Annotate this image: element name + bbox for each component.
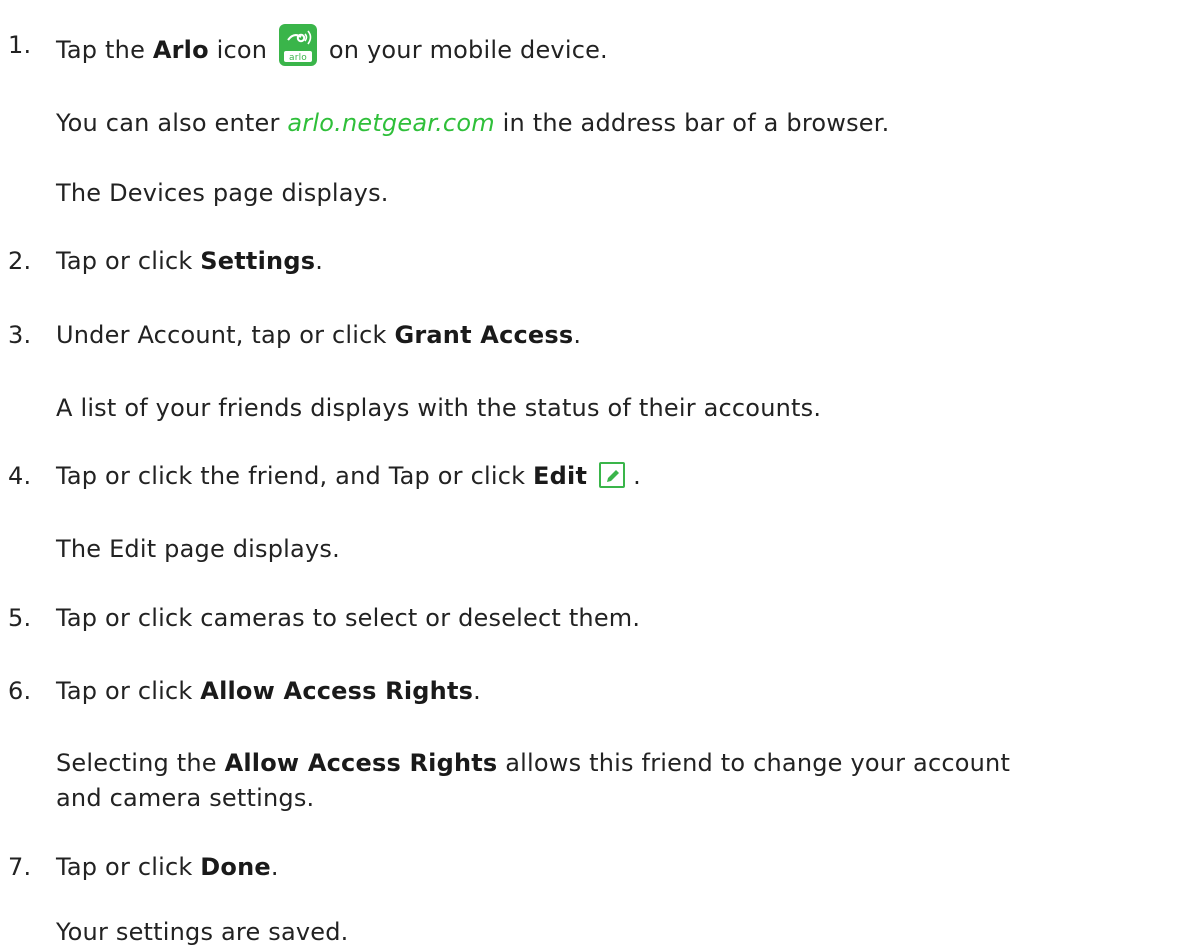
instruction-page: 1. Tap the Arlo icon arlo on your mobile… <box>0 0 1188 950</box>
edit-pencil-icon <box>599 462 626 488</box>
bold-term: Allow Access Rights <box>200 677 474 705</box>
bold-term: Done <box>200 853 271 881</box>
step-number: 3. <box>8 321 32 349</box>
step-text: Under Account, tap or click Grant Access… <box>56 321 582 349</box>
step-number: 6. <box>8 677 32 705</box>
step-text: Tap or click the friend, and Tap or clic… <box>56 462 641 490</box>
step-4-result: The Edit page displays. <box>56 535 340 563</box>
browser-link[interactable]: arlo.netgear.com <box>287 109 494 137</box>
step-number: 4. <box>8 462 32 490</box>
bold-term: Settings <box>200 247 316 275</box>
step-6-note-line2: and camera settings. <box>56 784 315 812</box>
svg-text:arlo: arlo <box>289 53 307 63</box>
step-number: 5. <box>8 604 32 632</box>
step-text: Tap or click Done. <box>56 853 279 881</box>
step-7-result: Your settings are saved. <box>56 918 349 946</box>
arlo-app-icon: arlo <box>279 24 318 66</box>
bold-term: Grant Access <box>394 321 574 349</box>
step-text: Tap or click cameras to select or desele… <box>56 604 641 632</box>
step-text: Tap or click Settings. <box>56 247 324 275</box>
step-text: Tap or click Allow Access Rights. <box>56 677 481 705</box>
step-number: 1. <box>8 31 32 59</box>
step-text: Tap the Arlo icon arlo on your mobile de… <box>56 24 1180 72</box>
step-6-note-line1: Selecting the Allow Access Rights allows… <box>56 749 1011 777</box>
bold-term: Allow Access Rights <box>224 749 498 777</box>
bold-term: Arlo <box>152 36 209 64</box>
step-1-note: You can also enter arlo.netgear.com in t… <box>56 109 890 137</box>
step-number: 2. <box>8 247 32 275</box>
step-1-result: The Devices page displays. <box>56 179 389 207</box>
step-3-result: A list of your friends displays with the… <box>56 394 822 422</box>
bold-term: Edit <box>533 462 588 490</box>
step-number: 7. <box>8 853 32 881</box>
